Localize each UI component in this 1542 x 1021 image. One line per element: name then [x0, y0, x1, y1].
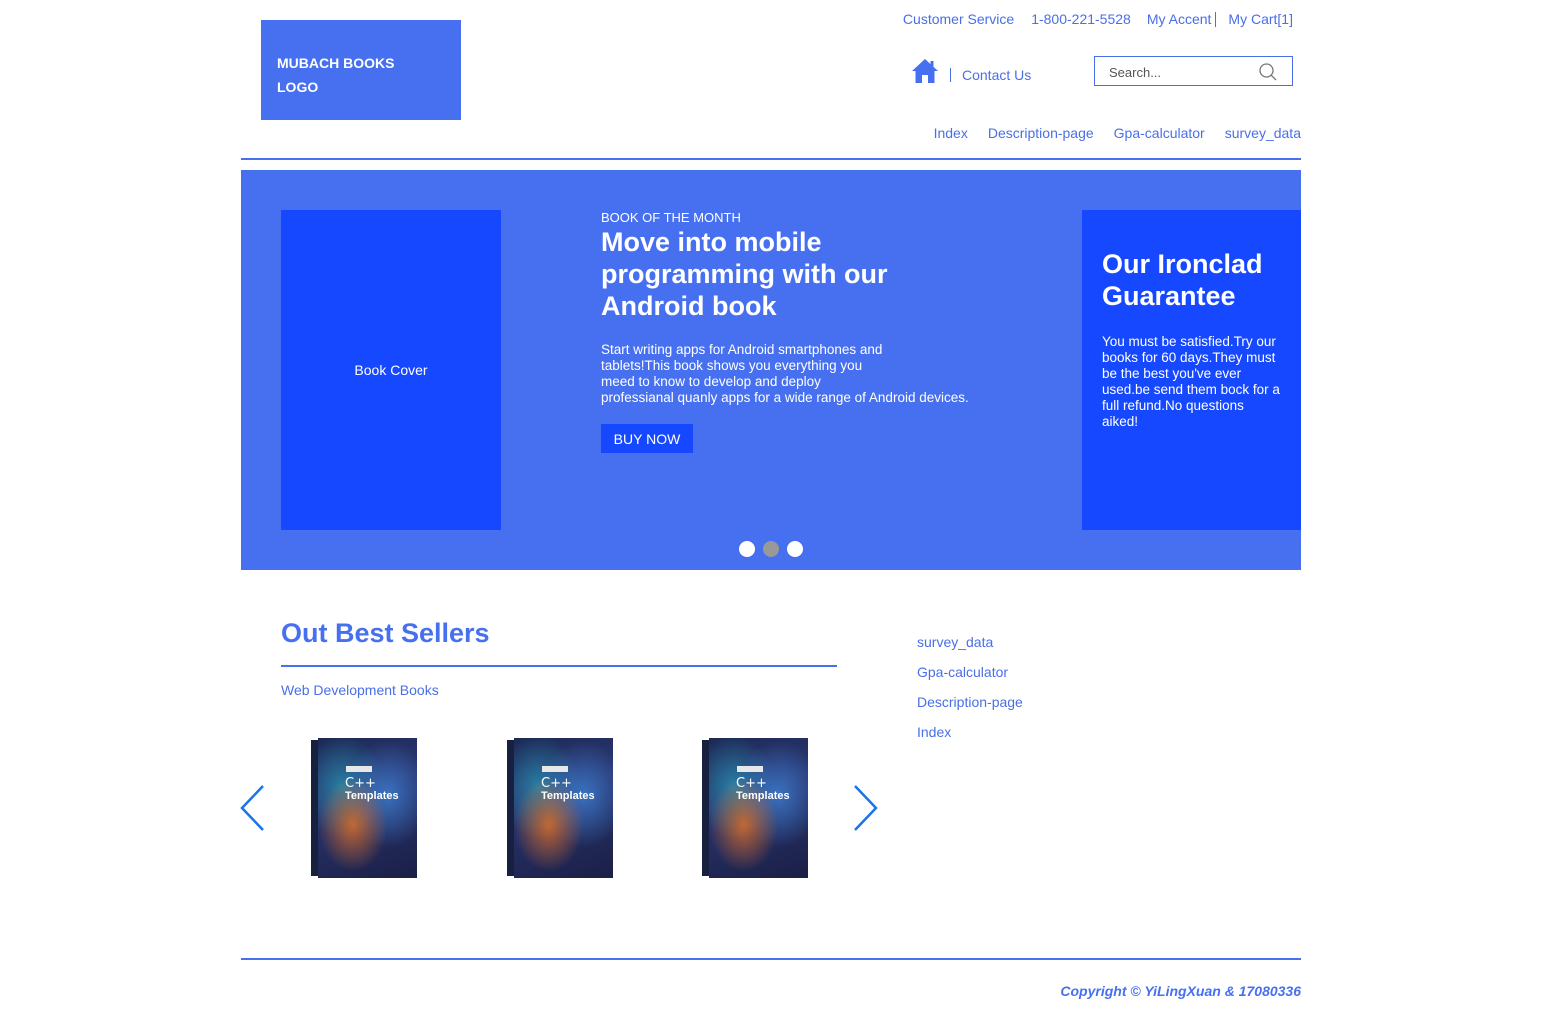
divider	[1215, 11, 1217, 27]
footer-divider	[241, 958, 1301, 960]
best-sellers-divider	[281, 665, 837, 667]
guarantee-text: You must be satisfied.Try our books for …	[1102, 334, 1280, 429]
book-tag	[542, 766, 568, 772]
copyright-text: Copyright © YiLingXuan & 17080336	[1060, 983, 1301, 999]
hero-description-line: Start writing apps for Android smartphon…	[601, 342, 883, 357]
book-thumbnail[interactable]: C++ Templates	[311, 738, 417, 878]
book-cover-placeholder[interactable]: Book Cover	[281, 210, 501, 530]
side-link-description-page[interactable]: Description-page	[917, 687, 1023, 717]
top-utility-links: Customer Service 1-800-221-5528 My Accen…	[903, 10, 1293, 28]
home-icon[interactable]	[911, 58, 939, 84]
search-icon[interactable]	[1258, 62, 1278, 82]
book-title-line2: Templates	[736, 790, 790, 802]
chevron-right-icon[interactable]	[850, 783, 880, 833]
buy-now-button[interactable]: BUY NOW	[601, 424, 693, 453]
book-thumbnail[interactable]: C++ Templates	[507, 738, 613, 878]
carousel-dot-1[interactable]	[739, 541, 755, 557]
side-links: survey_data Gpa-calculator Description-p…	[917, 627, 1023, 747]
book-title-line2: Templates	[541, 790, 595, 802]
my-account-link[interactable]: My Accent	[1147, 11, 1212, 27]
site-logo[interactable]: MUBACH BOOKS LOGO	[261, 20, 461, 120]
hero-description-line: professianal quanly apps for a wide rang…	[601, 390, 969, 405]
guarantee-title: Our Ironclad Guarantee	[1102, 249, 1263, 311]
customer-service-link[interactable]: Customer Service	[903, 11, 1014, 27]
guarantee-panel: Our Ironclad Guarantee You must be satis…	[1082, 210, 1301, 530]
book-tag	[346, 766, 372, 772]
hero-headline: Move into mobile programming with our An…	[601, 227, 888, 321]
main-nav: Index Description-page Gpa-calculator su…	[934, 125, 1301, 141]
book-title-line1: C++	[736, 776, 767, 791]
side-link-gpa-calculator[interactable]: Gpa-calculator	[917, 657, 1023, 687]
nav-gpa-calculator[interactable]: Gpa-calculator	[1114, 125, 1205, 141]
best-sellers-subtitle[interactable]: Web Development Books	[281, 682, 439, 698]
hero-description: Start writing apps for Android smartphon…	[601, 342, 1001, 406]
hero-description-line: meed to know to develop and deploy	[601, 374, 821, 389]
nav-index[interactable]: Index	[934, 125, 968, 141]
divider	[950, 68, 951, 82]
carousel-dot-3[interactable]	[787, 541, 803, 557]
search-input[interactable]	[1109, 63, 1259, 81]
hero-kicker: BOOK OF THE MONTH	[601, 210, 741, 225]
side-link-survey-data[interactable]: survey_data	[917, 627, 1023, 657]
carousel-dot-2[interactable]	[763, 541, 779, 557]
my-cart-link[interactable]: My Cart[1]	[1228, 11, 1293, 27]
hero-description-line: tablets!This book shows you everything y…	[601, 358, 863, 373]
chevron-left-icon[interactable]	[238, 783, 268, 833]
contact-us-link[interactable]: Contact Us	[962, 67, 1031, 83]
search-box	[1094, 56, 1293, 86]
phone-number[interactable]: 1-800-221-5528	[1031, 11, 1131, 27]
book-cover-label: Book Cover	[354, 362, 428, 378]
book-front: C++ Templates	[514, 738, 613, 878]
book-front: C++ Templates	[709, 738, 808, 878]
book-tag	[737, 766, 763, 772]
side-link-index[interactable]: Index	[917, 717, 1023, 747]
header-divider	[241, 158, 1301, 160]
nav-survey-data[interactable]: survey_data	[1225, 125, 1301, 141]
book-title-line1: C++	[345, 776, 376, 791]
logo-text: MUBACH BOOKS LOGO	[277, 55, 395, 95]
nav-description-page[interactable]: Description-page	[988, 125, 1094, 141]
book-front: C++ Templates	[318, 738, 417, 878]
book-title-line1: C++	[541, 776, 572, 791]
book-thumbnail[interactable]: C++ Templates	[702, 738, 808, 878]
best-sellers-title: Out Best Sellers	[281, 618, 490, 648]
book-title-line2: Templates	[345, 790, 399, 802]
